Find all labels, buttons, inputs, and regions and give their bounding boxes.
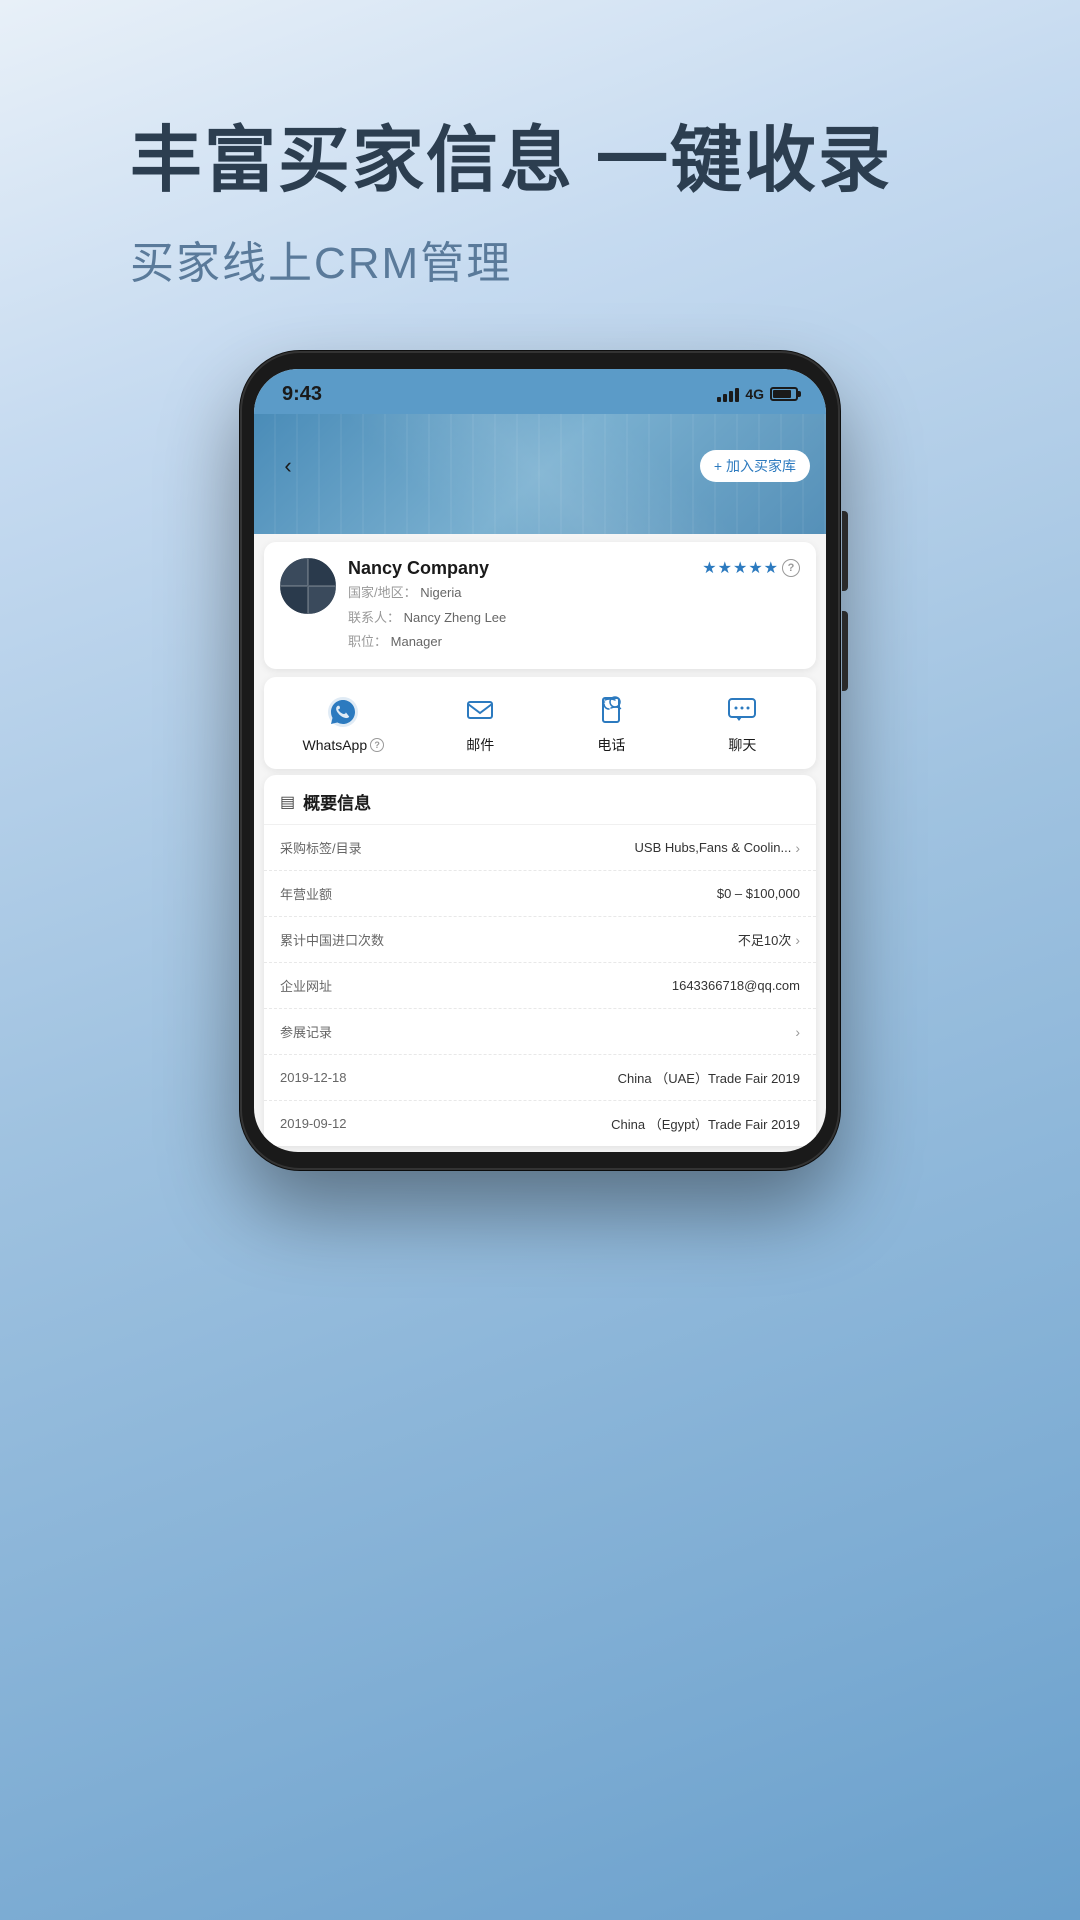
contact-card: Nancy Company 国家/地区： Nigeria 联系人： Nancy … [264,542,816,669]
chevron-icon: › [795,932,800,948]
chat-label: 聊天 [728,735,756,755]
phone-screen: 9:43 4G [254,369,826,1152]
info-row-import-count[interactable]: 累计中国进口次数 不足10次 › [264,917,816,963]
whatsapp-label: WhatsApp [303,737,368,753]
info-row-trade-2019-2: 2019-09-12 China （Egypt）Trade Fair 2019 [264,1101,816,1146]
person-detail: 联系人： Nancy Zheng Lee [348,608,690,629]
info-section-title: 概要信息 [303,789,371,814]
content-wrapper: 丰富买家信息 一键收录 买家线上CRM管理 9:43 4G [0,0,1080,1170]
rating-help-icon[interactable]: ? [782,559,800,577]
rating-area: ★ ★ ★ ★ ★ ? [702,558,800,578]
status-icons: 4G [717,386,798,402]
phone-action[interactable]: 电话 [576,691,646,755]
whatsapp-icon [324,693,362,731]
phone-label: 电话 [597,735,625,755]
info-section-header: ▤ 概要信息 [264,775,816,825]
info-row-trade-2019-1: 2019-12-18 China （UAE）Trade Fair 2019 [264,1055,816,1101]
contact-info: Nancy Company 国家/地区： Nigeria 联系人： Nancy … [348,558,690,653]
action-row: WhatsApp ? 邮件 [264,677,816,769]
phone-nav: ‹ + 加入买家库 [254,448,826,484]
whatsapp-action[interactable]: WhatsApp ? [303,693,385,753]
info-row-website: 企业网址 1643366718@qq.com [264,963,816,1009]
position-detail: 职位： Manager [348,632,690,653]
company-name: Nancy Company [348,558,690,579]
chevron-icon: › [795,1024,800,1040]
info-header-icon: ▤ [280,792,295,812]
info-row-purchase-tag[interactable]: 采购标签/目录 USB Hubs,Fans & Coolin... › [264,825,816,871]
signal-4g-label: 4G [745,386,764,402]
signal-bars-icon [717,386,739,402]
chat-icon [723,691,761,729]
avatar [280,558,336,614]
star-rating: ★ ★ ★ ★ ★ [702,558,778,578]
status-time: 9:43 [282,383,322,406]
mail-action[interactable]: 邮件 [445,691,515,755]
back-button[interactable]: ‹ [270,448,306,484]
phone-frame: 9:43 4G [240,351,840,1170]
mail-icon [461,691,499,729]
phone-icon [592,691,630,729]
info-section: ▤ 概要信息 采购标签/目录 USB Hubs,Fans & Coolin...… [264,775,816,1146]
country-detail: 国家/地区： Nigeria [348,583,690,604]
status-bar: 9:43 4G [254,369,826,414]
page-subtitle: 买家线上CRM管理 [130,227,950,291]
chevron-icon: › [795,840,800,856]
mail-label: 邮件 [466,735,494,755]
info-row-exhibition[interactable]: 参展记录 › [264,1009,816,1055]
chat-action[interactable]: 聊天 [707,691,777,755]
phone-hero-image: ‹ + 加入买家库 [254,414,826,534]
battery-icon [770,387,798,401]
page-headline: 丰富买家信息 一键收录 [130,120,950,203]
info-row-revenue: 年营业额 $0 – $100,000 [264,871,816,917]
phone-mockup: 9:43 4G [240,351,840,1170]
whatsapp-help-icon[interactable]: ? [370,738,384,752]
add-to-buyer-button[interactable]: + 加入买家库 [700,450,810,482]
